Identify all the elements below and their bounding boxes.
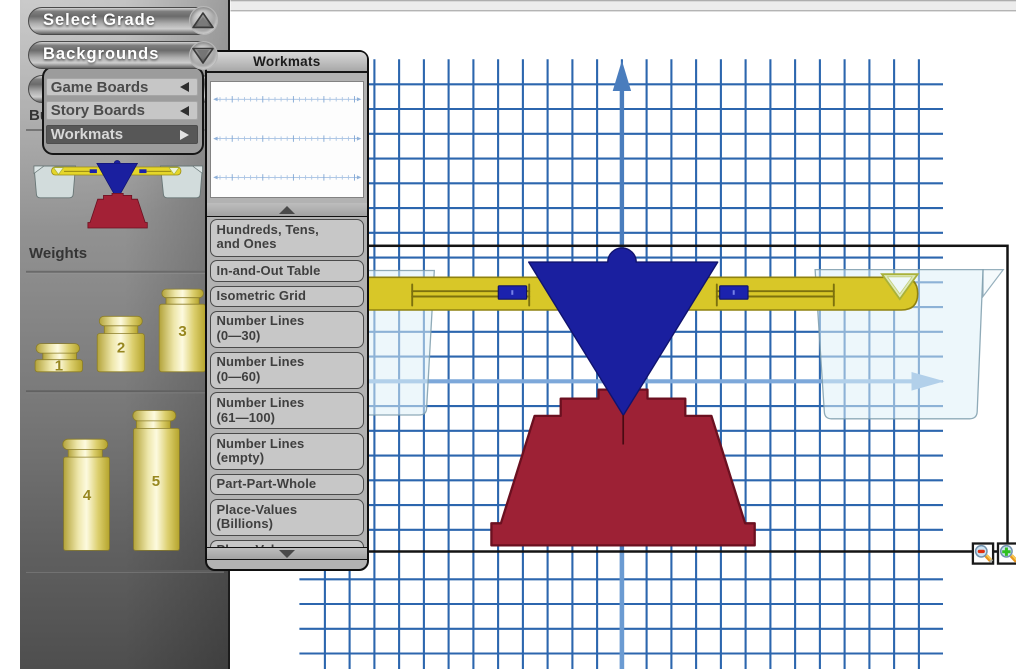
svg-text:2: 2 — [117, 340, 125, 357]
svg-text:1: 1 — [55, 358, 63, 375]
svg-text:3: 3 — [178, 323, 186, 340]
svg-text:4: 4 — [83, 487, 92, 504]
svg-text:5: 5 — [152, 473, 160, 490]
